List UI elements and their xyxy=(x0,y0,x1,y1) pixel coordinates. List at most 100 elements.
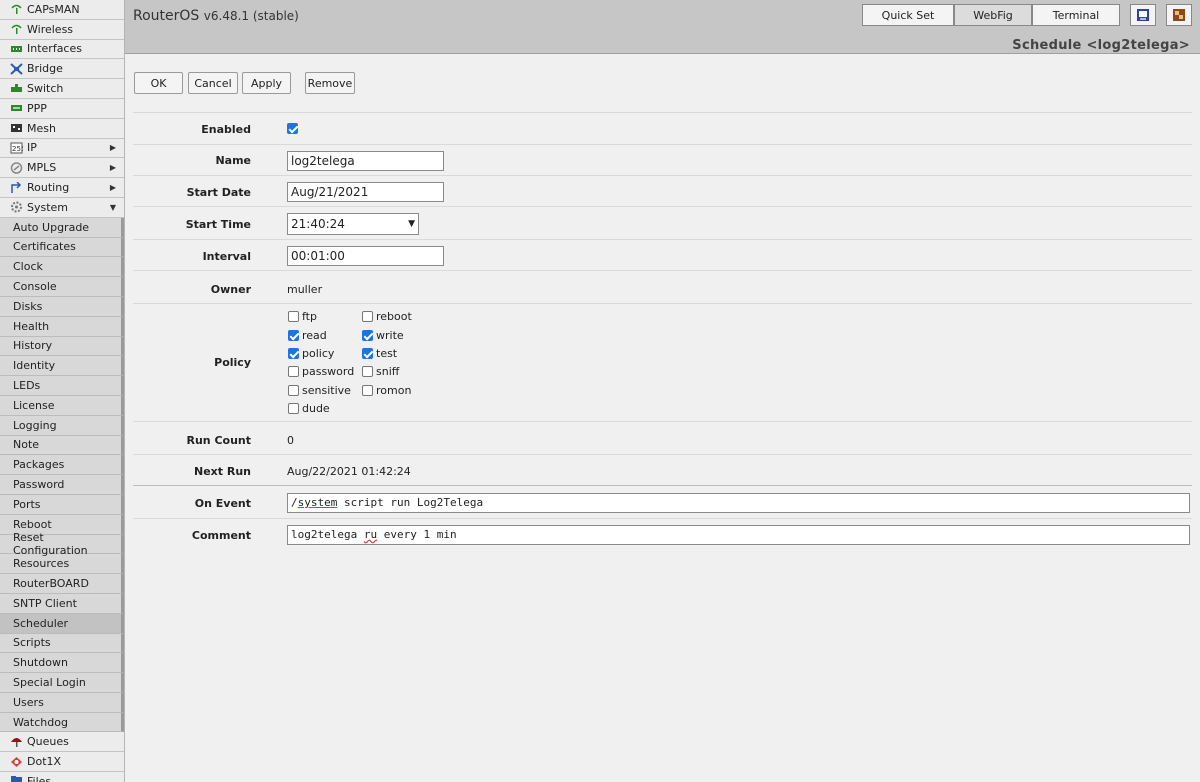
write-checkbox[interactable] xyxy=(362,330,373,341)
test-label: test xyxy=(376,347,398,360)
test-checkbox[interactable] xyxy=(362,348,373,359)
sidebar-subitem-users[interactable]: Users xyxy=(0,692,124,713)
on-event-text-2: system xyxy=(297,496,338,509)
sidebar-item-wireless[interactable]: Wireless xyxy=(0,19,124,40)
read-label: read xyxy=(302,329,327,342)
sidebar-item-dot1x[interactable]: Dot1X xyxy=(0,752,124,773)
policy-romon[interactable]: romon xyxy=(362,384,411,397)
schedule-form: OK Cancel Apply Remove Enabled Name log2… xyxy=(125,55,1200,782)
sidebar-subitem-disks[interactable]: Disks xyxy=(0,296,124,317)
sidebar-item-system[interactable]: System ▼ xyxy=(0,197,124,218)
chevron-down-icon: ▼ xyxy=(109,202,116,212)
sidebar-subitem-routerboard[interactable]: RouterBOARD xyxy=(0,574,124,594)
design-icon[interactable] xyxy=(1166,4,1192,26)
remove-button[interactable]: Remove xyxy=(305,72,355,94)
sidebar-subitem-scripts[interactable]: Scripts xyxy=(0,633,124,654)
policy-checkbox[interactable] xyxy=(288,348,299,359)
sidebar-subitem-certificates[interactable]: Certificates xyxy=(0,237,124,258)
sidebar-subitem-scheduler[interactable]: Scheduler xyxy=(0,613,124,634)
on-event-label: On Event xyxy=(194,497,251,510)
sidebar-subitem-clock[interactable]: Clock xyxy=(0,257,124,278)
sidebar-item-label: PPP xyxy=(27,101,47,115)
sidebar-subitem-auto-upgrade[interactable]: Auto Upgrade xyxy=(0,217,124,238)
sensitive-checkbox[interactable] xyxy=(288,385,299,396)
on-event-text-1: / xyxy=(291,496,298,509)
policy-read[interactable]: read xyxy=(288,329,327,342)
webfig-button[interactable]: WebFig xyxy=(954,4,1032,26)
password-checkbox[interactable] xyxy=(288,366,299,377)
mpls-icon xyxy=(10,162,23,174)
sidebar-subitem-license[interactable]: License xyxy=(0,395,124,416)
sidebar-subitem-leds[interactable]: LEDs xyxy=(0,376,124,396)
help-icon[interactable] xyxy=(1130,4,1156,26)
quick-set-button[interactable]: Quick Set xyxy=(862,4,954,26)
sidebar-item-interfaces[interactable]: Interfaces xyxy=(0,39,124,60)
policy-reboot[interactable]: reboot xyxy=(362,310,412,323)
sidebar-item-files[interactable]: Files xyxy=(0,772,124,782)
sidebar-item-mesh[interactable]: Mesh xyxy=(0,118,124,139)
svg-text:255: 255 xyxy=(12,145,23,153)
start-date-input[interactable]: Aug/21/2021 xyxy=(287,182,444,202)
start-time-select[interactable]: 21:40:24 ▼ xyxy=(287,213,419,235)
sidebar-item-ip[interactable]: 255 IP ▶ xyxy=(0,138,124,159)
brand-name: RouterOS xyxy=(133,8,200,24)
sidebar-subitem-logging[interactable]: Logging xyxy=(0,415,124,436)
sensitive-label: sensitive xyxy=(302,384,351,397)
on-event-text-3: script run Log2Telega xyxy=(337,496,484,509)
sidebar-subitem-resources[interactable]: Resources xyxy=(0,554,124,575)
name-input[interactable]: log2telega xyxy=(287,151,444,171)
policy-item-label: policy xyxy=(302,347,335,360)
sidebar-item-ppp[interactable]: PPP xyxy=(0,98,124,119)
read-checkbox[interactable] xyxy=(288,330,299,341)
sidebar-subitem-reset-configuration[interactable]: Reset Configuration xyxy=(0,531,124,557)
sidebar-subitem-packages[interactable]: Packages xyxy=(0,455,124,476)
cancel-button[interactable]: Cancel xyxy=(188,72,238,94)
sidebar-subitem-shutdown[interactable]: Shutdown xyxy=(0,653,124,674)
policy-test[interactable]: test xyxy=(362,347,397,360)
sidebar-item-label: Bridge xyxy=(27,62,63,76)
sidebar-subitem-history[interactable]: History xyxy=(0,336,124,357)
ftp-checkbox[interactable] xyxy=(288,311,299,322)
sidebar-subitem-special-login[interactable]: Special Login xyxy=(0,673,124,693)
comment-textarea[interactable]: log2telega ru every 1 min xyxy=(287,525,1190,545)
reboot-checkbox[interactable] xyxy=(362,311,373,322)
enabled-row: Enabled xyxy=(133,112,1192,143)
sidebar-item-label: Wireless xyxy=(27,22,74,36)
sidebar-item-bridge[interactable]: Bridge xyxy=(0,59,124,80)
sidebar-item-label: System xyxy=(27,200,69,214)
policy-password[interactable]: password xyxy=(288,365,354,378)
policy-sensitive[interactable]: sensitive xyxy=(288,384,351,397)
terminal-button[interactable]: Terminal xyxy=(1032,4,1120,26)
sidebar-subitem-console[interactable]: Console xyxy=(0,277,124,297)
policy-sniff[interactable]: sniff xyxy=(362,365,399,378)
sidebar-subitem-ports[interactable]: Ports xyxy=(0,494,124,515)
policy-policy[interactable]: policy xyxy=(288,347,334,360)
apply-button[interactable]: Apply xyxy=(242,72,291,94)
sidebar-item-capsman[interactable]: CAPsMAN xyxy=(0,0,124,20)
romon-checkbox[interactable] xyxy=(362,385,373,396)
run-count-row: Run Count 0 xyxy=(133,421,1192,454)
sidebar-item-switch[interactable]: Switch xyxy=(0,79,124,99)
sidebar-subitem-sntp-client[interactable]: SNTP Client xyxy=(0,593,124,614)
interval-input[interactable]: 00:01:00 xyxy=(287,246,444,266)
sidebar-item-mpls[interactable]: MPLS ▶ xyxy=(0,158,124,179)
top-nav: Quick Set WebFig Terminal xyxy=(862,4,1192,26)
sidebar-subitem-note[interactable]: Note xyxy=(0,435,124,456)
sidebar-item-queues[interactable]: Queues xyxy=(0,732,124,753)
start-time-label: Start Time xyxy=(185,218,251,231)
on-event-textarea[interactable]: /system script run Log2Telega xyxy=(287,493,1190,513)
sniff-checkbox[interactable] xyxy=(362,366,373,377)
sidebar-subitem-watchdog[interactable]: Watchdog xyxy=(0,712,124,733)
policy-dude[interactable]: dude xyxy=(288,402,330,415)
interval-label: Interval xyxy=(202,250,251,263)
policy-write[interactable]: write xyxy=(362,329,404,342)
sidebar-subitem-health[interactable]: Health xyxy=(0,316,124,337)
dude-checkbox[interactable] xyxy=(288,403,299,414)
sidebar-subitem-password[interactable]: Password xyxy=(0,475,124,495)
ok-button[interactable]: OK xyxy=(134,72,183,94)
sidebar-subitem-identity[interactable]: Identity xyxy=(0,356,124,377)
enabled-checkbox[interactable] xyxy=(287,123,298,134)
policy-ftp[interactable]: ftp xyxy=(288,310,317,323)
next-run-row: Next Run Aug/22/2021 01:42:24 xyxy=(133,454,1192,485)
sidebar-item-routing[interactable]: Routing ▶ xyxy=(0,178,124,198)
